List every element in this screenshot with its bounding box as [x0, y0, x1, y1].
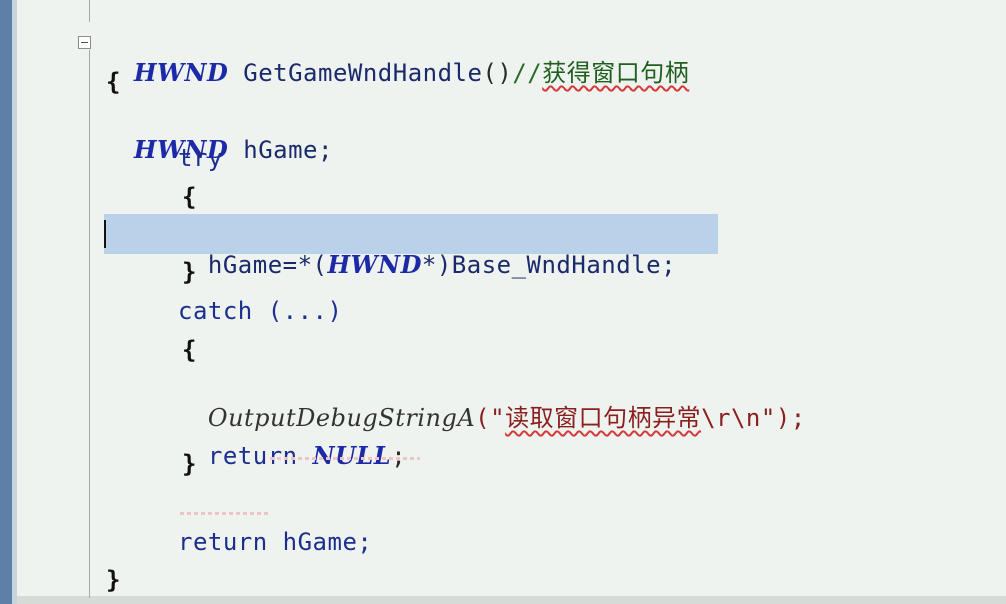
- code-line-catch[interactable]: catch (...): [178, 296, 342, 326]
- code-line-signature[interactable]: HWND GetGameWndHandle()//获得窗口句柄: [104, 28, 689, 87]
- code-line-catch-open[interactable]: {: [182, 335, 197, 365]
- function-parens: (): [482, 59, 513, 87]
- string-chinese: 读取窗口句柄异常: [505, 404, 702, 432]
- code-line-open-brace[interactable]: {: [106, 67, 121, 97]
- code-line-declaration[interactable]: HWND hGame;: [104, 105, 333, 164]
- comment-prefix: //: [512, 59, 543, 87]
- null-constant: NULL: [312, 441, 392, 470]
- statement-end: ;: [391, 442, 407, 470]
- code-line-close-brace[interactable]: }: [106, 565, 121, 595]
- code-line-try-close[interactable]: }: [182, 257, 197, 287]
- code-editor[interactable]: [17, 0, 1006, 604]
- assign-post: *)Base_WndHandle;: [421, 251, 677, 279]
- function-name: GetGameWndHandle: [243, 59, 483, 87]
- collapse-toggle-icon[interactable]: [78, 36, 91, 49]
- string-tail: \r\n");: [701, 404, 806, 432]
- code-line-return-hgame[interactable]: return hGame;: [178, 527, 372, 557]
- outline-line: [89, 50, 90, 598]
- type-keyword: HWND: [133, 58, 229, 87]
- editor-bottom-edge: [17, 596, 1006, 604]
- window-frame-left: [0, 0, 12, 604]
- squiggle-artifact: [270, 457, 420, 460]
- code-line-return-null[interactable]: return NULL;: [178, 411, 406, 470]
- return-keyword: return: [207, 442, 298, 470]
- code-line-try-open[interactable]: {: [182, 182, 197, 212]
- comment-text: 获得窗口句柄: [542, 59, 690, 87]
- type-keyword: HWND: [327, 250, 422, 279]
- code-line-catch-close[interactable]: }: [182, 449, 197, 479]
- squiggle-artifact: [180, 512, 270, 515]
- code-line-output[interactable]: OutputDebugStringA("读取窗口句柄异常\r\n");: [178, 373, 806, 432]
- code-line-assign[interactable]: hGame=*(HWND*)Base_WndHandle;: [178, 220, 676, 279]
- code-line-try[interactable]: try: [178, 143, 223, 173]
- assign-pre: hGame=*(: [207, 251, 328, 279]
- outline-line: [89, 0, 90, 22]
- declaration-rest: hGame;: [228, 136, 333, 164]
- text-caret: [104, 220, 106, 248]
- string-open: (": [475, 404, 506, 432]
